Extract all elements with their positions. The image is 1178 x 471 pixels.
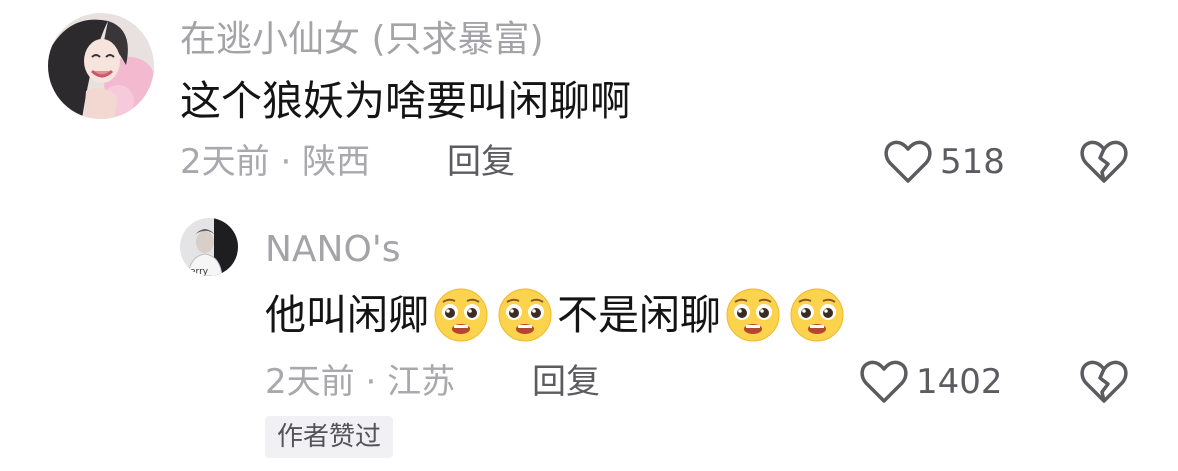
meta-separator: · bbox=[365, 362, 377, 402]
pleading-face-emoji bbox=[789, 287, 845, 343]
author-liked-badge: 作者赞过 bbox=[265, 416, 394, 458]
meta-separator: · bbox=[280, 142, 292, 182]
reply-location: 江苏 bbox=[387, 362, 456, 402]
comment-location: 陕西 bbox=[302, 142, 371, 182]
pleading-face-emoji bbox=[725, 287, 781, 343]
reply-username[interactable]: NANO's bbox=[265, 230, 400, 270]
comment-meta: 2天前 · 陕西 bbox=[180, 142, 370, 182]
reply-text-part1: 他叫闲卿 bbox=[265, 291, 429, 339]
dislike-button[interactable] bbox=[1080, 140, 1128, 188]
pleading-face-emoji bbox=[497, 287, 553, 343]
reply-button[interactable]: 回复 bbox=[447, 142, 515, 182]
like-count: 518 bbox=[940, 142, 1005, 182]
broken-heart-icon bbox=[1080, 140, 1128, 183]
comment-time: 2天前 bbox=[180, 142, 270, 182]
reply-meta: 2天前 · 江苏 bbox=[265, 362, 455, 402]
svg-text:erry: erry bbox=[190, 267, 209, 276]
heart-outline-icon bbox=[860, 360, 908, 403]
reply-user-avatar[interactable]: erry bbox=[180, 218, 238, 276]
reply-button[interactable]: 回复 bbox=[532, 362, 600, 402]
user-avatar[interactable] bbox=[48, 13, 154, 119]
pleading-face-emoji bbox=[433, 287, 489, 343]
avatar-illustration bbox=[48, 13, 154, 119]
avatar-illustration: erry bbox=[180, 218, 238, 276]
reply-time: 2天前 bbox=[265, 362, 355, 402]
dislike-button[interactable] bbox=[1080, 360, 1128, 408]
like-button[interactable]: 1402 bbox=[860, 360, 1003, 404]
heart-outline-icon bbox=[884, 140, 932, 183]
like-button[interactable]: 518 bbox=[884, 140, 1005, 184]
reply-text-part2: 不是闲聊 bbox=[557, 291, 721, 339]
broken-heart-icon bbox=[1080, 360, 1128, 403]
comment-text: 这个狼妖为啥要叫闲聊啊 bbox=[180, 77, 631, 125]
reply-text: 他叫闲卿 不是闲聊 bbox=[265, 287, 849, 343]
comment-username[interactable]: 在逃小仙女 (只求暴富) bbox=[180, 20, 544, 60]
like-count: 1402 bbox=[916, 362, 1003, 402]
